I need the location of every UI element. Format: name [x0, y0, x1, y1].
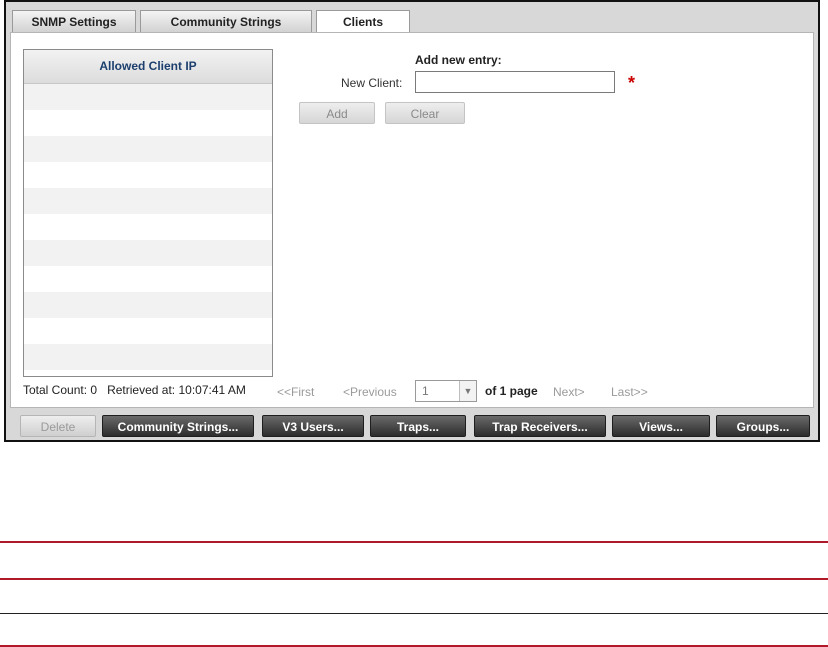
tab-bar: SNMP Settings Community Strings Clients	[6, 10, 818, 34]
action-button-bar: Delete Community Strings... V3 Users... …	[6, 412, 818, 440]
snmp-dialog: SNMP Settings Community Strings Clients …	[4, 0, 820, 442]
tab-clients[interactable]: Clients	[316, 10, 410, 34]
add-entry-title: Add new entry:	[415, 53, 502, 67]
table-row[interactable]	[24, 292, 272, 318]
total-count-value: 0	[90, 383, 98, 397]
retrieved-time: 10:07:41 AM	[178, 383, 246, 397]
delete-button[interactable]: Delete	[20, 415, 96, 437]
required-asterisk-icon: *	[628, 73, 636, 93]
allowed-client-grid: Allowed Client IP	[23, 49, 273, 377]
table-row[interactable]	[24, 188, 272, 214]
new-client-label: New Client:	[341, 76, 403, 90]
grid-header-allowed-client-ip: Allowed Client IP	[24, 50, 272, 84]
table-row[interactable]	[24, 214, 272, 240]
v3-users-button[interactable]: V3 Users...	[262, 415, 364, 437]
retrieved-label: Retrieved at:	[107, 383, 176, 397]
table-row[interactable]	[24, 84, 272, 110]
table-row[interactable]	[24, 318, 272, 344]
pager-last-link[interactable]: Last>>	[611, 385, 648, 399]
total-count-label: Total Count:	[23, 383, 88, 397]
tab-community-strings[interactable]: Community Strings	[140, 10, 312, 32]
table-row[interactable]	[24, 370, 272, 376]
table-row[interactable]	[24, 240, 272, 266]
new-client-input[interactable]	[415, 71, 615, 93]
page-count-label: of 1 page	[485, 384, 538, 398]
tab-snmp-settings[interactable]: SNMP Settings	[12, 10, 136, 32]
status-text: Total Count: 0 Retrieved at: 10:07:41 AM	[23, 383, 246, 397]
clients-panel: Allowed Client IP Add new entry: New Cli…	[10, 32, 814, 408]
pager-next-link[interactable]: Next>	[553, 385, 585, 399]
traps-button[interactable]: Traps...	[370, 415, 466, 437]
pager-first-link[interactable]: <<First	[277, 385, 314, 399]
page-select-value: 1	[422, 384, 429, 398]
add-button[interactable]: Add	[299, 102, 375, 124]
divider-red-2	[0, 578, 828, 580]
groups-button[interactable]: Groups...	[716, 415, 810, 437]
table-row[interactable]	[24, 266, 272, 292]
divider-red-1	[0, 541, 828, 543]
divider-black	[0, 613, 828, 614]
community-strings-button[interactable]: Community Strings...	[102, 415, 254, 437]
table-row[interactable]	[24, 162, 272, 188]
table-row[interactable]	[24, 110, 272, 136]
views-button[interactable]: Views...	[612, 415, 710, 437]
clear-button[interactable]: Clear	[385, 102, 465, 124]
table-row[interactable]	[24, 344, 272, 370]
table-row[interactable]	[24, 136, 272, 162]
chevron-down-icon[interactable]: ▼	[459, 381, 476, 401]
pager-previous-link[interactable]: <Previous	[343, 385, 397, 399]
page-select[interactable]: 1 ▼	[415, 380, 477, 402]
trap-receivers-button[interactable]: Trap Receivers...	[474, 415, 606, 437]
